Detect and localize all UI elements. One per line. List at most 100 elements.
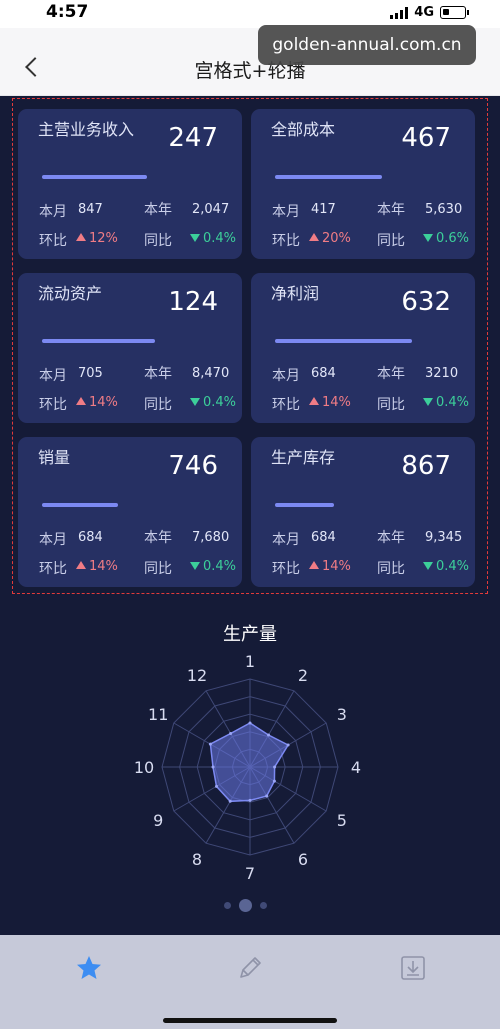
radar-axis-label: 1 [245,652,255,671]
carousel-dot[interactable] [260,902,267,909]
year-label: 本年 [377,366,405,382]
kpi-card[interactable]: 净利润 632 本月 684 本年 3210 环比 14% 同比 0.4% [251,273,475,423]
yoy-label: 同比 [377,561,405,577]
signal-icon [390,6,409,19]
card-value: 467 [401,123,451,153]
month-value: 847 [78,202,103,217]
yoy-label: 同比 [144,561,172,577]
mom-value: 14% [322,559,351,574]
radar-axis-label: 8 [192,850,202,869]
radar-point [215,784,218,788]
radar-point [267,733,270,737]
yoy-label: 同比 [144,233,172,249]
progress-bar [42,339,155,343]
triangle-up-icon [76,397,86,405]
yoy-change: 0.4% [423,395,469,410]
radar-axis-label: 3 [337,705,347,724]
triangle-down-icon [190,234,200,242]
triangle-up-icon [309,233,319,241]
triangle-up-icon [309,397,319,405]
carousel-dot[interactable] [224,902,231,909]
pencil-icon[interactable] [235,953,265,983]
battery-icon [440,6,469,19]
network-type: 4G [414,5,434,20]
yoy-label: 同比 [377,397,405,413]
radar-point [286,743,290,747]
radar-point [248,721,252,725]
card-value: 124 [168,287,218,317]
mom-value: 14% [89,395,118,410]
card-value: 247 [168,123,218,153]
status-time: 4:57 [46,2,89,22]
kpi-grid: 主营业务收入 247 本月 847 本年 2,047 环比 12% 同比 0.4… [12,98,488,594]
carousel-indicator [224,899,267,912]
mom-change: 12% [76,231,118,246]
card-value: 867 [401,451,451,481]
yoy-value: 0.4% [436,395,470,410]
mom-change: 14% [309,559,351,574]
kpi-card[interactable]: 全部成本 467 本月 417 本年 5,630 环比 20% 同比 0.6% [251,109,475,259]
mom-label: 环比 [272,233,300,249]
yoy-change: 0.4% [423,559,469,574]
card-title: 流动资产 [38,284,103,303]
radar-axis-label: 10 [134,758,154,777]
triangle-down-icon [190,562,200,570]
year-label: 本年 [377,202,405,218]
month-value: 684 [311,366,336,381]
year-label: 本年 [144,530,172,546]
month-value: 417 [311,202,336,217]
year-value: 3210 [425,366,459,381]
kpi-card[interactable]: 销量 746 本月 684 本年 7,680 环比 14% 同比 0.4% [18,437,242,587]
yoy-change: 0.4% [190,395,236,410]
progress-bar [42,503,118,507]
triangle-up-icon [309,561,319,569]
mom-change: 14% [76,395,118,410]
radar-point [265,794,269,798]
mom-change: 20% [309,231,351,246]
progress-bar [42,175,147,179]
month-value: 684 [78,530,103,545]
month-label: 本月 [272,204,300,220]
status-indicators: 4G [390,5,469,20]
mom-value: 12% [89,231,118,246]
year-label: 本年 [144,202,172,218]
yoy-value: 0.4% [203,559,237,574]
yoy-change: 0.4% [190,559,236,574]
radar-point [211,765,215,769]
card-title: 净利润 [271,284,320,303]
mom-label: 环比 [39,561,67,577]
radar-series-area [209,722,290,803]
yoy-value: 0.4% [203,231,237,246]
mom-label: 环比 [272,397,300,413]
year-value: 5,630 [425,202,463,217]
radar-axis-label: 5 [337,811,347,830]
mom-change: 14% [76,559,118,574]
mom-value: 20% [322,231,351,246]
kpi-card[interactable]: 流动资产 124 本月 705 本年 8,470 环比 14% 同比 0.4% [18,273,242,423]
month-value: 705 [78,366,103,381]
kpi-card[interactable]: 生产库存 867 本月 684 本年 9,345 环比 14% 同比 0.4% [251,437,475,587]
star-icon[interactable] [74,953,104,983]
mom-label: 环比 [272,561,300,577]
triangle-down-icon [423,234,433,242]
triangle-up-icon [76,561,86,569]
radar-chart: 123456789101112 [134,652,361,883]
kpi-card[interactable]: 主营业务收入 247 本月 847 本年 2,047 环比 12% 同比 0.4… [18,109,242,259]
carousel-dot[interactable] [239,899,252,912]
mom-value: 14% [322,395,351,410]
year-value: 9,345 [425,530,463,545]
card-title: 生产库存 [271,448,336,467]
month-label: 本月 [39,532,67,548]
radar-point [229,732,233,735]
progress-bar [275,175,382,179]
radar-point [208,742,212,746]
download-icon[interactable] [398,953,428,983]
mom-change: 14% [309,395,351,410]
mom-value: 14% [89,559,118,574]
triangle-down-icon [423,398,433,406]
month-label: 本月 [272,368,300,384]
status-bar: 4:57 4G [0,0,500,28]
url-overlay: golden-annual.com.cn [258,25,476,65]
progress-bar [275,339,412,343]
radar-axis-label: 9 [153,811,163,830]
